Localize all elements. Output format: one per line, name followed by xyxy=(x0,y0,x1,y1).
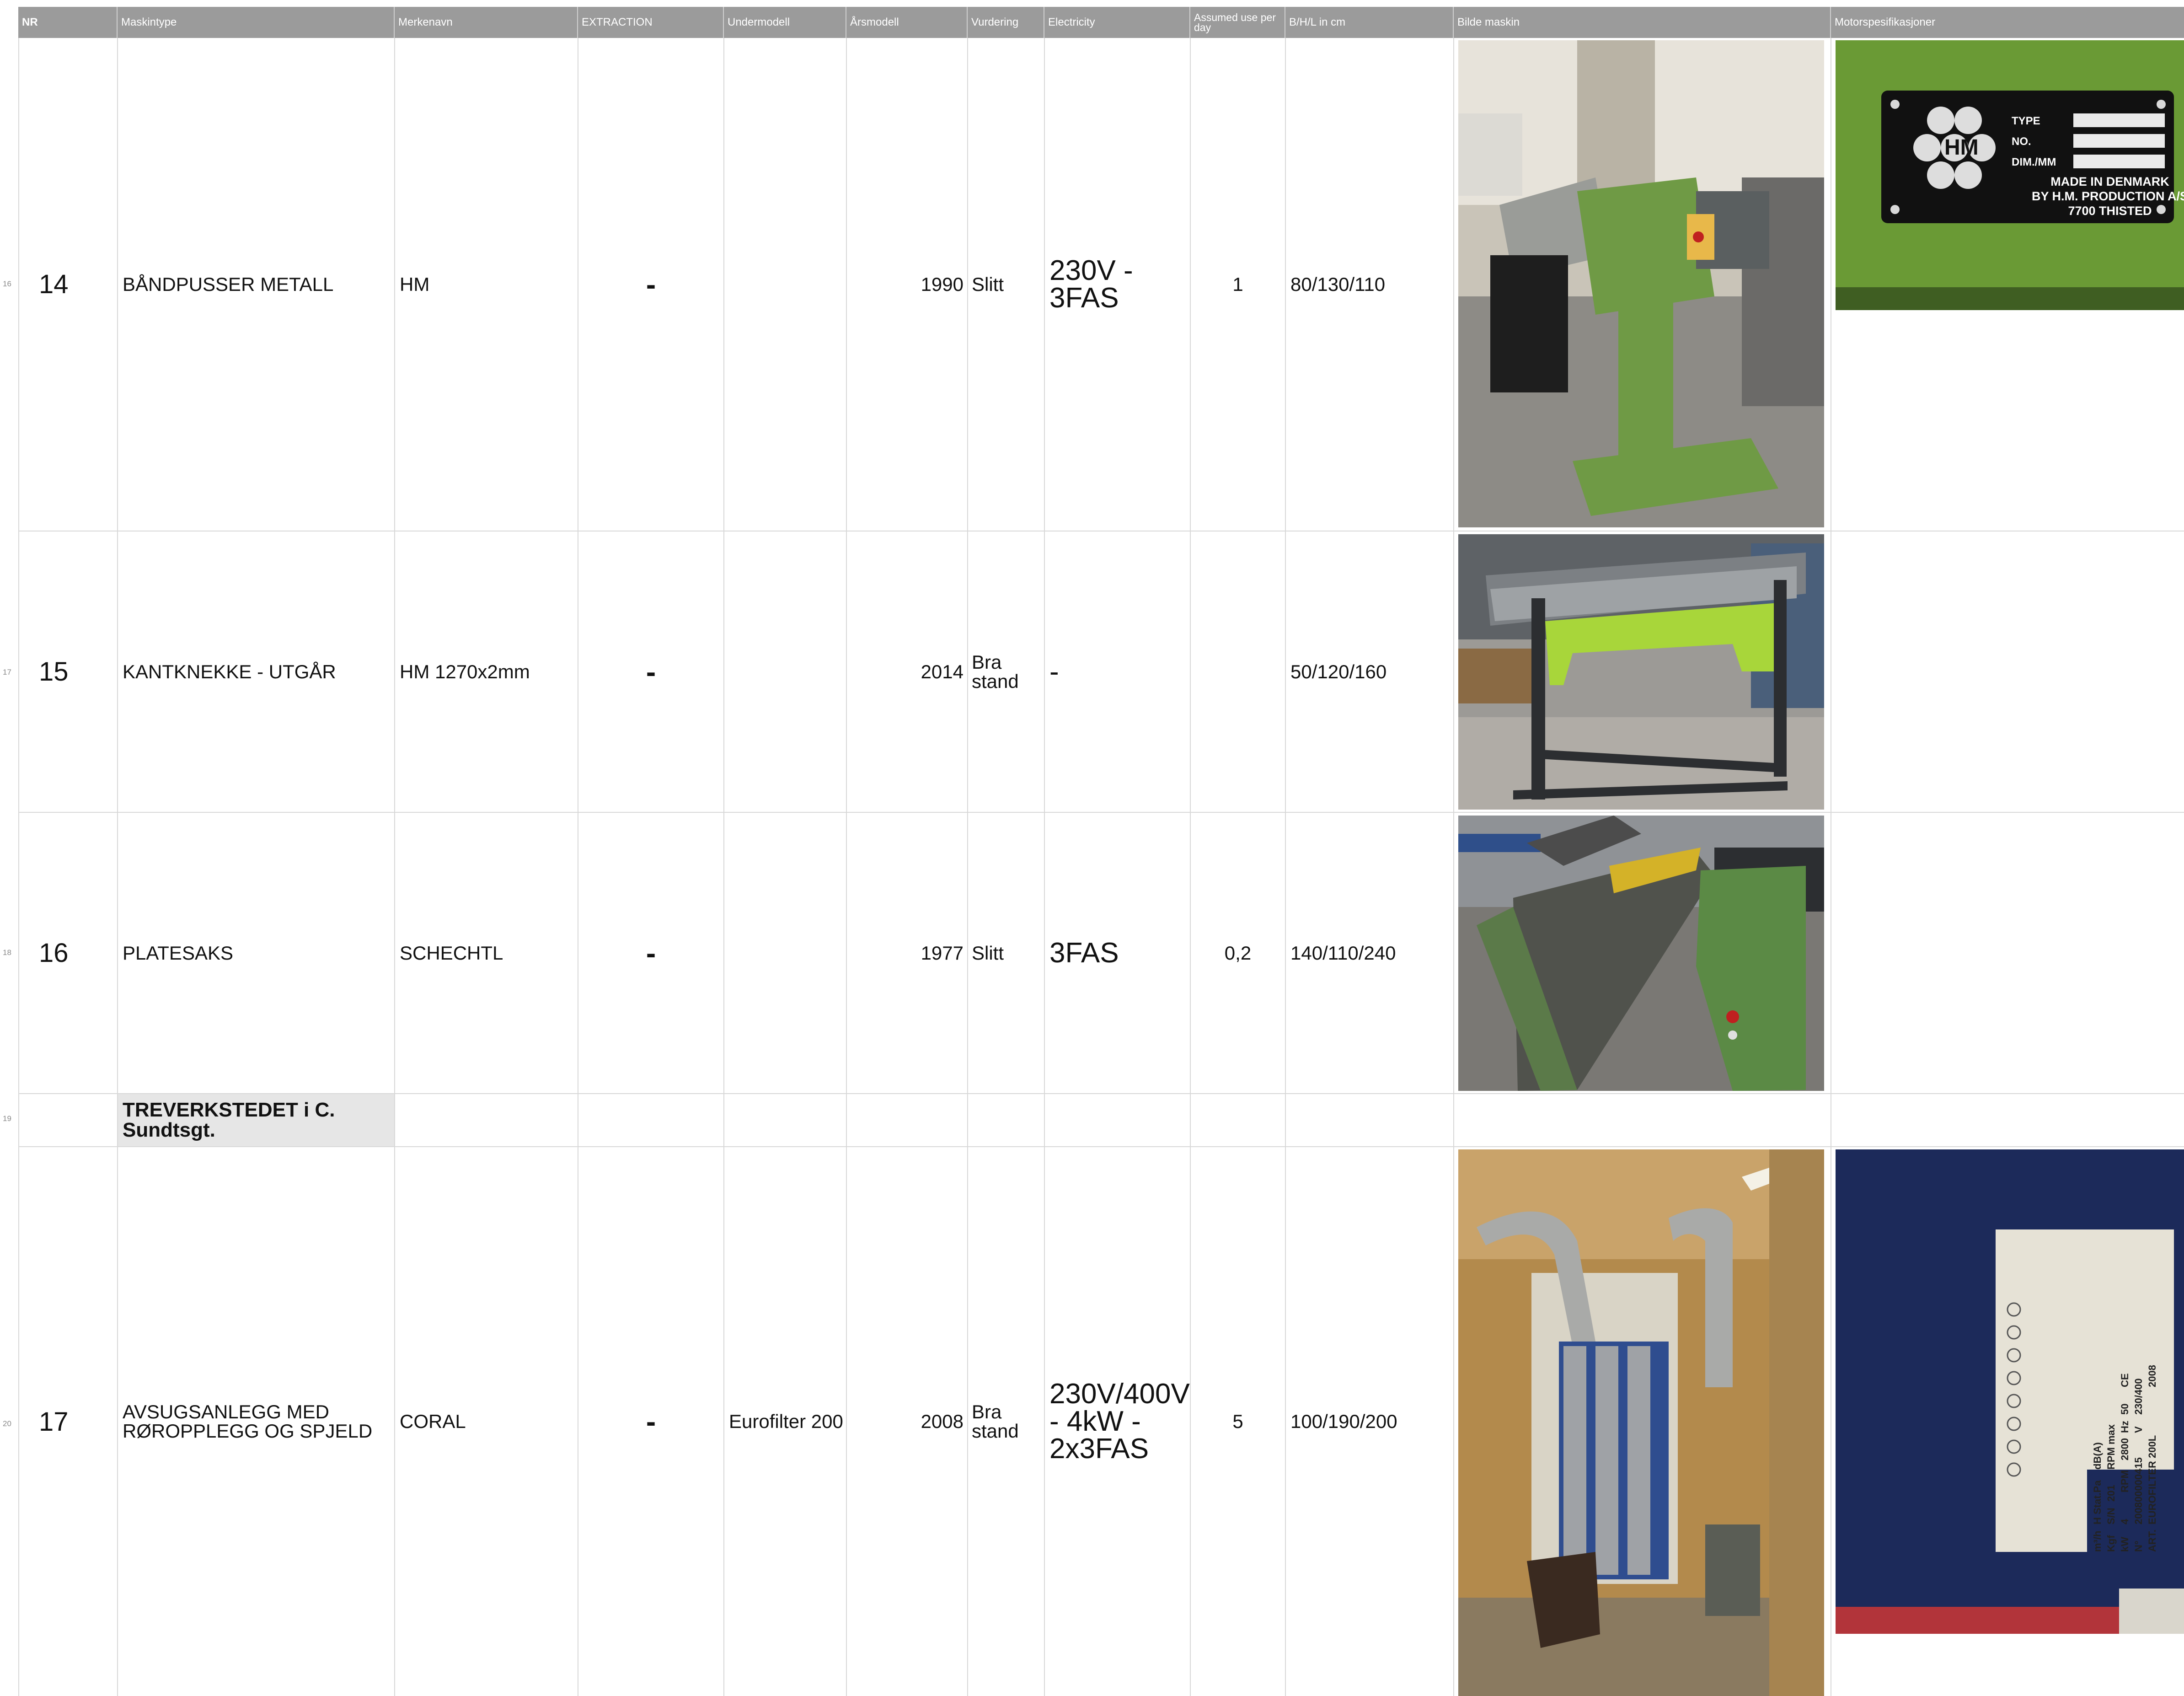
cell-bhl[interactable]: 50/120/160 xyxy=(1286,531,1453,812)
header-nr[interactable]: NR xyxy=(18,7,118,38)
header-motorspesifikasjoner[interactable]: Motorspesifikasjoner xyxy=(1831,7,2184,38)
plate-line-2: BY H.M. PRODUCTION A/S xyxy=(2032,189,2184,203)
nameplate-year: 2008 xyxy=(2147,1365,2158,1387)
cell-electricity[interactable]: - xyxy=(1045,531,1190,812)
header-arsmodell[interactable]: Årsmodell xyxy=(846,7,968,38)
cell-vurdering[interactable]: Bra stand xyxy=(968,1147,1044,1696)
nameplate-rpm-value: 2800 xyxy=(2119,1438,2130,1460)
plate-line-3: 7700 THISTED xyxy=(2068,204,2152,218)
folding-machine-photo[interactable] xyxy=(1458,534,1824,810)
cell-vurdering[interactable]: Slitt xyxy=(968,813,1044,1093)
header-bilde-maskin[interactable]: Bilde maskin xyxy=(1454,7,1831,38)
cell-extraction[interactable]: - xyxy=(578,38,723,531)
cell-assumed-use[interactable]: 0,2 xyxy=(1191,813,1285,1093)
cell-undermodell[interactable]: Eurofilter 200 xyxy=(724,1147,846,1696)
sheet-shear-photo[interactable] xyxy=(1458,816,1824,1091)
header-row: NR Maskintype Merkenavn EXTRACTION Under… xyxy=(18,7,2184,38)
nameplate-sn-label: S/N xyxy=(2105,1508,2117,1524)
cell-merkenavn[interactable]: HM 1270x2mm xyxy=(395,531,578,812)
cell-undermodell[interactable] xyxy=(724,38,846,531)
header-assumed-use[interactable]: Assumed use per day xyxy=(1190,7,1285,38)
cell-electricity[interactable]: 230V/400V - 4kW - 2x3FAS xyxy=(1045,1147,1190,1696)
cell-extraction[interactable]: - xyxy=(578,531,723,812)
nameplate-kw-label: kW xyxy=(2119,1537,2130,1552)
cell-undermodell[interactable] xyxy=(724,813,846,1093)
belt-sander-photo[interactable] xyxy=(1458,40,1824,527)
nameplate-kgf-label: Kgf xyxy=(2105,1535,2117,1552)
section-title-treverkstedet[interactable]: TREVERKSTEDET i C. Sundtsgt. xyxy=(118,1094,394,1146)
nameplate-rpm-label: RPM xyxy=(2119,1470,2130,1492)
cell-bhl[interactable]: 140/110/240 xyxy=(1286,813,1453,1093)
cell-nr[interactable]: 14 xyxy=(18,38,117,531)
cell-bhl[interactable]: 80/130/110 xyxy=(1286,38,1453,531)
plate-no-label: NO. xyxy=(2012,135,2031,148)
nameplate-nr-label: N° xyxy=(2133,1540,2144,1552)
dust-extraction-photo[interactable] xyxy=(1458,1149,1824,1696)
cell-arsmodell[interactable]: 2014 xyxy=(847,531,967,812)
nameplate-kw-value: 4 xyxy=(2119,1519,2130,1524)
header-vurdering[interactable]: Vurdering xyxy=(968,7,1044,38)
cell-nr[interactable]: 16 xyxy=(18,813,117,1093)
cell-bhl[interactable]: 100/190/200 xyxy=(1286,1147,1453,1696)
nameplate-stat-label: H Stat.Pa xyxy=(2092,1480,2103,1524)
header-electricity[interactable]: Electricity xyxy=(1044,7,1190,38)
nameplate-rpm-max-label: RPM max xyxy=(2105,1424,2117,1470)
row-number-gutter: 16 17 18 19 20 xyxy=(0,0,18,1696)
row-number[interactable]: 18 xyxy=(3,948,11,957)
plate-line-1: MADE IN DENMARK xyxy=(2050,175,2169,188)
row-number[interactable]: 20 xyxy=(3,1419,11,1428)
cell-vurdering[interactable]: Bra stand xyxy=(968,531,1044,812)
hm-nameplate-photo[interactable]: HM TYPE NO. DIM./MM MADE IN DENMARK BY H… xyxy=(1836,40,2184,310)
svg-text:HM: HM xyxy=(1944,135,1979,160)
cell-extraction[interactable]: - xyxy=(578,813,723,1093)
cell-assumed-use[interactable]: 1 xyxy=(1191,38,1285,531)
row-number[interactable]: 16 xyxy=(3,279,11,289)
cell-nr[interactable]: 15 xyxy=(18,531,117,812)
cell-arsmodell[interactable]: 1990 xyxy=(847,38,967,531)
cell-arsmodell[interactable]: 1977 xyxy=(847,813,967,1093)
cell-nr[interactable]: 17 xyxy=(18,1147,117,1696)
plate-type-label: TYPE xyxy=(2012,115,2040,127)
nameplate-sn-value: 201 xyxy=(2105,1485,2117,1502)
nameplate-v-value: 230/400 xyxy=(2133,1378,2144,1415)
nameplate-art-label: ART. xyxy=(2147,1530,2158,1552)
nameplate-nr-value: 200800000415 xyxy=(2133,1457,2144,1524)
nameplate-art-value: EUROFILTER 200L xyxy=(2147,1435,2158,1524)
header-bhl[interactable]: B/H/L in cm xyxy=(1285,7,1454,38)
cell-merkenavn[interactable]: CORAL xyxy=(395,1147,578,1696)
cell-maskintype[interactable]: KANTKNEKKE - UTGÅR xyxy=(118,531,394,812)
header-merkenavn[interactable]: Merkenavn xyxy=(395,7,578,38)
plate-dim-label: DIM./MM xyxy=(2012,156,2056,168)
cell-maskintype[interactable]: PLATESAKS xyxy=(118,813,394,1093)
nameplate-ce: CE xyxy=(2119,1373,2130,1387)
nameplate-hz-label: Hz xyxy=(2119,1421,2130,1433)
nameplate-dba-label: dB(A) xyxy=(2092,1442,2103,1470)
row-number[interactable]: 19 xyxy=(3,1114,11,1123)
cell-maskintype[interactable]: BÅNDPUSSER METALL xyxy=(118,38,394,531)
cell-assumed-use[interactable] xyxy=(1191,531,1285,812)
cell-maskintype[interactable]: AVSUGSANLEGG MED RØROPPLEGG OG SPJELD xyxy=(118,1147,394,1696)
nameplate-mh-label: m³/h xyxy=(2092,1531,2103,1552)
cell-undermodell[interactable] xyxy=(724,531,846,812)
cell-arsmodell[interactable]: 2008 xyxy=(847,1147,967,1696)
spreadsheet: 16 17 18 19 20 NR Maskintype Merkenavn E… xyxy=(0,0,2184,1696)
header-undermodell[interactable]: Undermodell xyxy=(724,7,846,38)
cell-electricity[interactable]: 3FAS xyxy=(1045,813,1190,1093)
motor-label-photo[interactable]: ART. EUROFILTER 200L N° 200800000415 V 2… xyxy=(1836,1149,2184,1634)
cell-extraction[interactable]: - xyxy=(578,1147,723,1696)
cell-electricity[interactable]: 230V - 3FAS xyxy=(1045,38,1190,531)
table-body: 14 BÅNDPUSSER METALL HM - 1990 Slitt 230… xyxy=(18,38,2184,1696)
cell-merkenavn[interactable]: HM xyxy=(395,38,578,531)
cell-vurdering[interactable]: Slitt xyxy=(968,38,1044,531)
nameplate-v-label: V xyxy=(2133,1426,2144,1433)
cell-merkenavn[interactable]: SCHECHTL xyxy=(395,813,578,1093)
row-number[interactable]: 17 xyxy=(3,668,11,677)
nameplate-hz-value: 50 xyxy=(2119,1404,2130,1415)
header-extraction[interactable]: EXTRACTION xyxy=(578,7,724,38)
cell-assumed-use[interactable]: 5 xyxy=(1191,1147,1285,1696)
header-maskintype[interactable]: Maskintype xyxy=(118,7,395,38)
